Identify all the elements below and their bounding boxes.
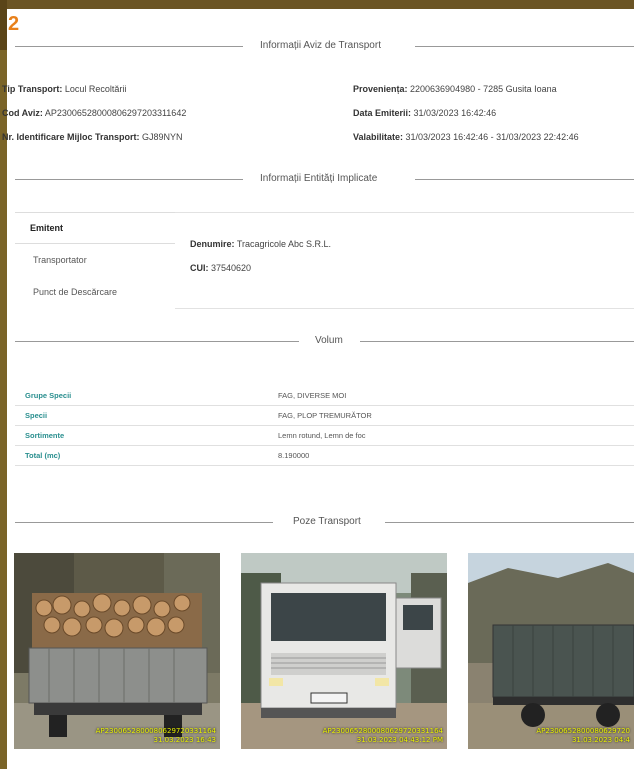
denumire: Denumire: Tracagricole Abc S.R.L.	[190, 239, 332, 249]
row-key: Specii	[15, 405, 268, 426]
cod-aviz: Cod Aviz: AP2300652800080629720331164​2	[2, 108, 187, 118]
photo-1-stamp: AP2300652800080629720331164 31.03.2023 16…	[95, 727, 216, 744]
table-row: Total (mc) 8.190000	[15, 445, 634, 466]
section-title-volum: Volum	[315, 335, 343, 346]
section-title-entitati: Informații Entități Implicate	[260, 173, 378, 184]
section-divider-poze: Poze Transport	[15, 515, 634, 529]
provenienta: Proveniența: 2200636904980 - 7285 Gusita…	[353, 84, 557, 94]
row-value: FAG, DIVERSE MOI	[268, 386, 634, 406]
figure-number: 2	[8, 13, 20, 35]
photo-2-stamp: AP2300652800080629720331164 31.03.2023 04…	[322, 727, 443, 744]
nr-identificare: Nr. Identificare Mijloc Transport: GJ89N…	[2, 132, 183, 142]
table-row: Specii FAG, PLOP TREMURĂTOR	[15, 405, 634, 426]
table-row: Sortimente Lemn rotund, Lemn de foc	[15, 425, 634, 446]
row-key: Total (mc)	[15, 445, 268, 466]
section-title-aviz: Informații Aviz de Transport	[260, 40, 381, 51]
row-value: 8.190000	[268, 445, 634, 466]
transport-photo-2[interactable]: AP2300652800080629720331164 31.03.2023 04…	[241, 553, 447, 749]
photo-1-image	[14, 553, 220, 749]
row-key: Sortimente	[15, 425, 268, 446]
transport-photo-3[interactable]: AP2300652800080629720 31.03.2023 04:4	[468, 553, 634, 749]
entity-tabs: Emitent Transportator Punct de Descărcar…	[15, 212, 175, 308]
cui: CUI: 37540620	[190, 263, 252, 273]
valabilitate: Valabilitate: 31/03/2023 16:42:46 - 31/0…	[353, 132, 579, 142]
section-divider-volum: Volum	[15, 334, 634, 348]
photo-2-image	[241, 553, 447, 749]
tip-transport: Tip Transport: Locul Recoltării	[2, 84, 127, 94]
row-key: Grupe Specii	[15, 386, 268, 406]
frame-corner	[0, 0, 7, 50]
photo-3-stamp: AP2300652800080629720 31.03.2023 04:4	[536, 727, 630, 744]
frame-top-border	[0, 0, 634, 9]
section-title-poze: Poze Transport	[293, 516, 361, 527]
table-row: Grupe Specii FAG, DIVERSE MOI	[15, 386, 634, 406]
volume-table: Grupe Specii FAG, DIVERSE MOI Specii FAG…	[15, 386, 634, 466]
data-emiterii: Data Emiterii: 31/03/2023 16:42:46	[353, 108, 497, 118]
tab-punct-descarcare[interactable]: Punct de Descărcare	[15, 286, 193, 298]
photo-3-image	[468, 553, 634, 749]
section-divider-aviz: Informații Aviz de Transport	[15, 39, 634, 53]
row-value: Lemn rotund, Lemn de foc	[268, 425, 634, 446]
section-divider-entitati: Informații Entități Implicate	[15, 172, 634, 186]
transport-photo-1[interactable]: AP2300652800080629720331164 31.03.2023 16…	[14, 553, 220, 749]
row-value: FAG, PLOP TREMURĂTOR	[268, 405, 634, 426]
tab-emitent[interactable]: Emitent	[15, 222, 190, 234]
entity-detail-panel	[175, 212, 634, 309]
tab-transportator[interactable]: Transportator	[15, 254, 193, 266]
